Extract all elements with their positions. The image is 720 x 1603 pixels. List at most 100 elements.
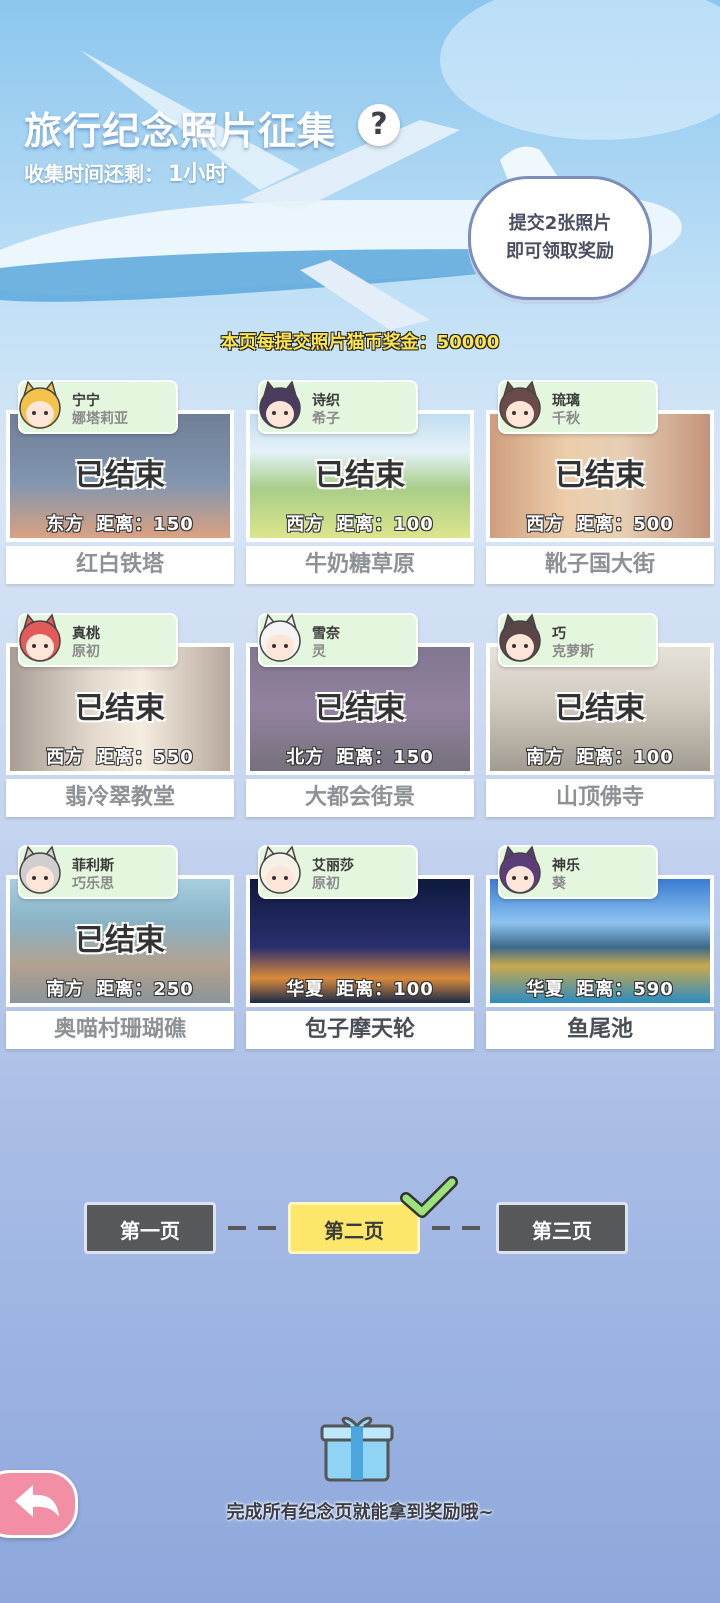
page-title: 旅行纪念照片征集	[24, 109, 337, 153]
back-button[interactable]	[0, 1470, 78, 1538]
distance-text: 西方 距离：500	[490, 510, 710, 536]
character-tag: 巧克萝斯	[498, 613, 658, 667]
ended-label: 已结束	[315, 458, 405, 493]
character-name: 艾丽莎	[312, 858, 354, 874]
photo-card[interactable]: 已结束 南方 距离：100 山顶佛寺 巧克萝斯	[486, 613, 714, 817]
help-button[interactable]: ?	[358, 104, 400, 146]
photo-card[interactable]: 已结束北方 距离：150 大都会街景 雪奈灵	[246, 613, 474, 817]
character-name: 琉璃	[552, 393, 580, 409]
character-name: 菲利斯	[72, 858, 114, 874]
bubble-line-2: 即可领取奖励	[506, 241, 614, 262]
distance-label: 距离：150	[336, 747, 434, 768]
photo-card[interactable]: 已结束西方 距离：550 翡冷翠教堂 真桃原初	[6, 613, 234, 817]
character-avatar-icon	[499, 845, 541, 894]
character-tag: 菲利斯 巧乐思	[18, 845, 178, 899]
character-subname: 原初	[312, 876, 340, 892]
distance-label: 距离：250	[96, 979, 194, 1000]
distance-text: 西方 距离：100	[250, 510, 470, 536]
character-avatar-icon	[499, 613, 541, 662]
character-name: 神乐	[552, 858, 580, 874]
distance-text: 西方 距离：550	[10, 743, 230, 769]
distance-label: 距离：500	[576, 514, 674, 535]
character-tag: 神乐葵	[498, 845, 658, 899]
character-subname: 娜塔莉亚	[72, 411, 128, 427]
direction-label: 南方	[46, 979, 85, 1000]
photo-card[interactable]: 已结束 西方 距离：500 靴子国大街 琉璃 千秋	[486, 380, 714, 584]
direction-label: 东方	[46, 514, 85, 535]
ended-label: 已结束	[555, 458, 645, 493]
timer-text: 收集时间还剩： 1小时	[24, 156, 227, 188]
distance-label: 距离：590	[576, 979, 674, 1000]
place-name: 牛奶糖草原	[246, 546, 474, 584]
character-subname: 灵	[312, 644, 326, 660]
back-arrow-icon	[15, 1485, 59, 1517]
place-name: 大都会街景	[246, 779, 474, 817]
page-1-button[interactable]: 第一页	[84, 1202, 216, 1254]
character-tag: 琉璃 千秋	[498, 380, 658, 434]
character-subname: 克萝斯	[552, 644, 594, 660]
direction-label: 西方	[526, 514, 565, 535]
photo-card[interactable]: 华夏 距离：590 鱼尾池 神乐葵	[486, 845, 714, 1049]
character-avatar-icon	[19, 845, 61, 894]
character-name: 真桃	[72, 626, 100, 642]
place-name: 红白铁塔	[6, 546, 234, 584]
reward-hint-bubble: 提交2张照片 即可领取奖励	[468, 176, 652, 300]
character-tag: 诗织 希子	[258, 380, 418, 434]
place-name: 包子摩天轮	[246, 1011, 474, 1049]
character-subname: 巧乐思	[72, 876, 114, 892]
character-name: 诗织	[312, 393, 340, 409]
place-name: 翡冷翠教堂	[6, 779, 234, 817]
distance-text: 华夏 距离：590	[490, 975, 710, 1001]
ended-label: 已结束	[75, 691, 165, 726]
bonus-banner: 本页每提交照片猫币奖金：50000	[220, 332, 500, 353]
direction-label: 南方	[526, 747, 565, 768]
distance-text: 南方 距离：250	[10, 975, 230, 1001]
pager-connector	[432, 1226, 482, 1230]
reward-goal-text: 完成所有纪念页就能拿到奖励哦~	[226, 1502, 494, 1523]
distance-label: 距离：100	[336, 514, 434, 535]
distance-text: 北方 距离：150	[250, 743, 470, 769]
character-avatar-icon	[19, 380, 61, 429]
ended-label: 已结束	[555, 691, 645, 726]
character-avatar-icon	[259, 845, 301, 894]
character-avatar-icon	[259, 613, 301, 662]
direction-label: 西方	[286, 514, 325, 535]
distance-text: 华夏 距离：100	[250, 975, 470, 1001]
character-tag: 雪奈灵	[258, 613, 418, 667]
ended-label: 已结束	[75, 458, 165, 493]
gift-icon[interactable]	[320, 1410, 394, 1484]
direction-label: 西方	[46, 747, 85, 768]
timer-label: 收集时间还剩：	[24, 162, 164, 186]
character-name: 巧	[552, 626, 566, 642]
place-name: 鱼尾池	[486, 1011, 714, 1049]
pager-connector	[228, 1226, 278, 1230]
place-name: 奥喵村珊瑚礁	[6, 1011, 234, 1049]
character-subname: 葵	[552, 876, 566, 892]
check-icon	[400, 1176, 458, 1218]
distance-label: 距离：150	[96, 514, 194, 535]
direction-label: 华夏	[526, 979, 565, 1000]
character-avatar-icon	[19, 613, 61, 662]
distance-label: 距离：100	[336, 979, 434, 1000]
distance-text: 东方 距离：150	[10, 510, 230, 536]
character-avatar-icon	[499, 380, 541, 429]
distance-label: 距离：100	[576, 747, 674, 768]
page-3-button[interactable]: 第三页	[496, 1202, 628, 1254]
character-subname: 千秋	[552, 411, 580, 427]
character-subname: 原初	[72, 644, 100, 660]
timer-value: 1小时	[168, 162, 228, 187]
distance-text: 南方 距离：100	[490, 743, 710, 769]
distance-label: 距离：550	[96, 747, 194, 768]
character-name: 雪奈	[312, 626, 340, 642]
character-tag: 真桃 原初	[18, 613, 178, 667]
direction-label: 北方	[286, 747, 325, 768]
ended-label: 已结束	[315, 691, 405, 726]
character-subname: 希子	[312, 411, 340, 427]
photo-card[interactable]: 已结束西方 距离：100 牛奶糖草原 诗织希子	[246, 380, 474, 584]
photo-card[interactable]: 已结束 南方 距离：250 奥喵村珊瑚礁 菲利斯 巧乐思	[6, 845, 234, 1049]
photo-card[interactable]: 华夏 距离：100 包子摩天轮 艾丽莎原初	[246, 845, 474, 1049]
character-tag: 宁宁 娜塔莉亚	[18, 380, 178, 434]
direction-label: 华夏	[286, 979, 325, 1000]
character-avatar-icon	[259, 380, 301, 429]
photo-card[interactable]: 已结束东方 距离：150 红白铁塔 宁宁 娜塔莉亚	[6, 380, 234, 584]
